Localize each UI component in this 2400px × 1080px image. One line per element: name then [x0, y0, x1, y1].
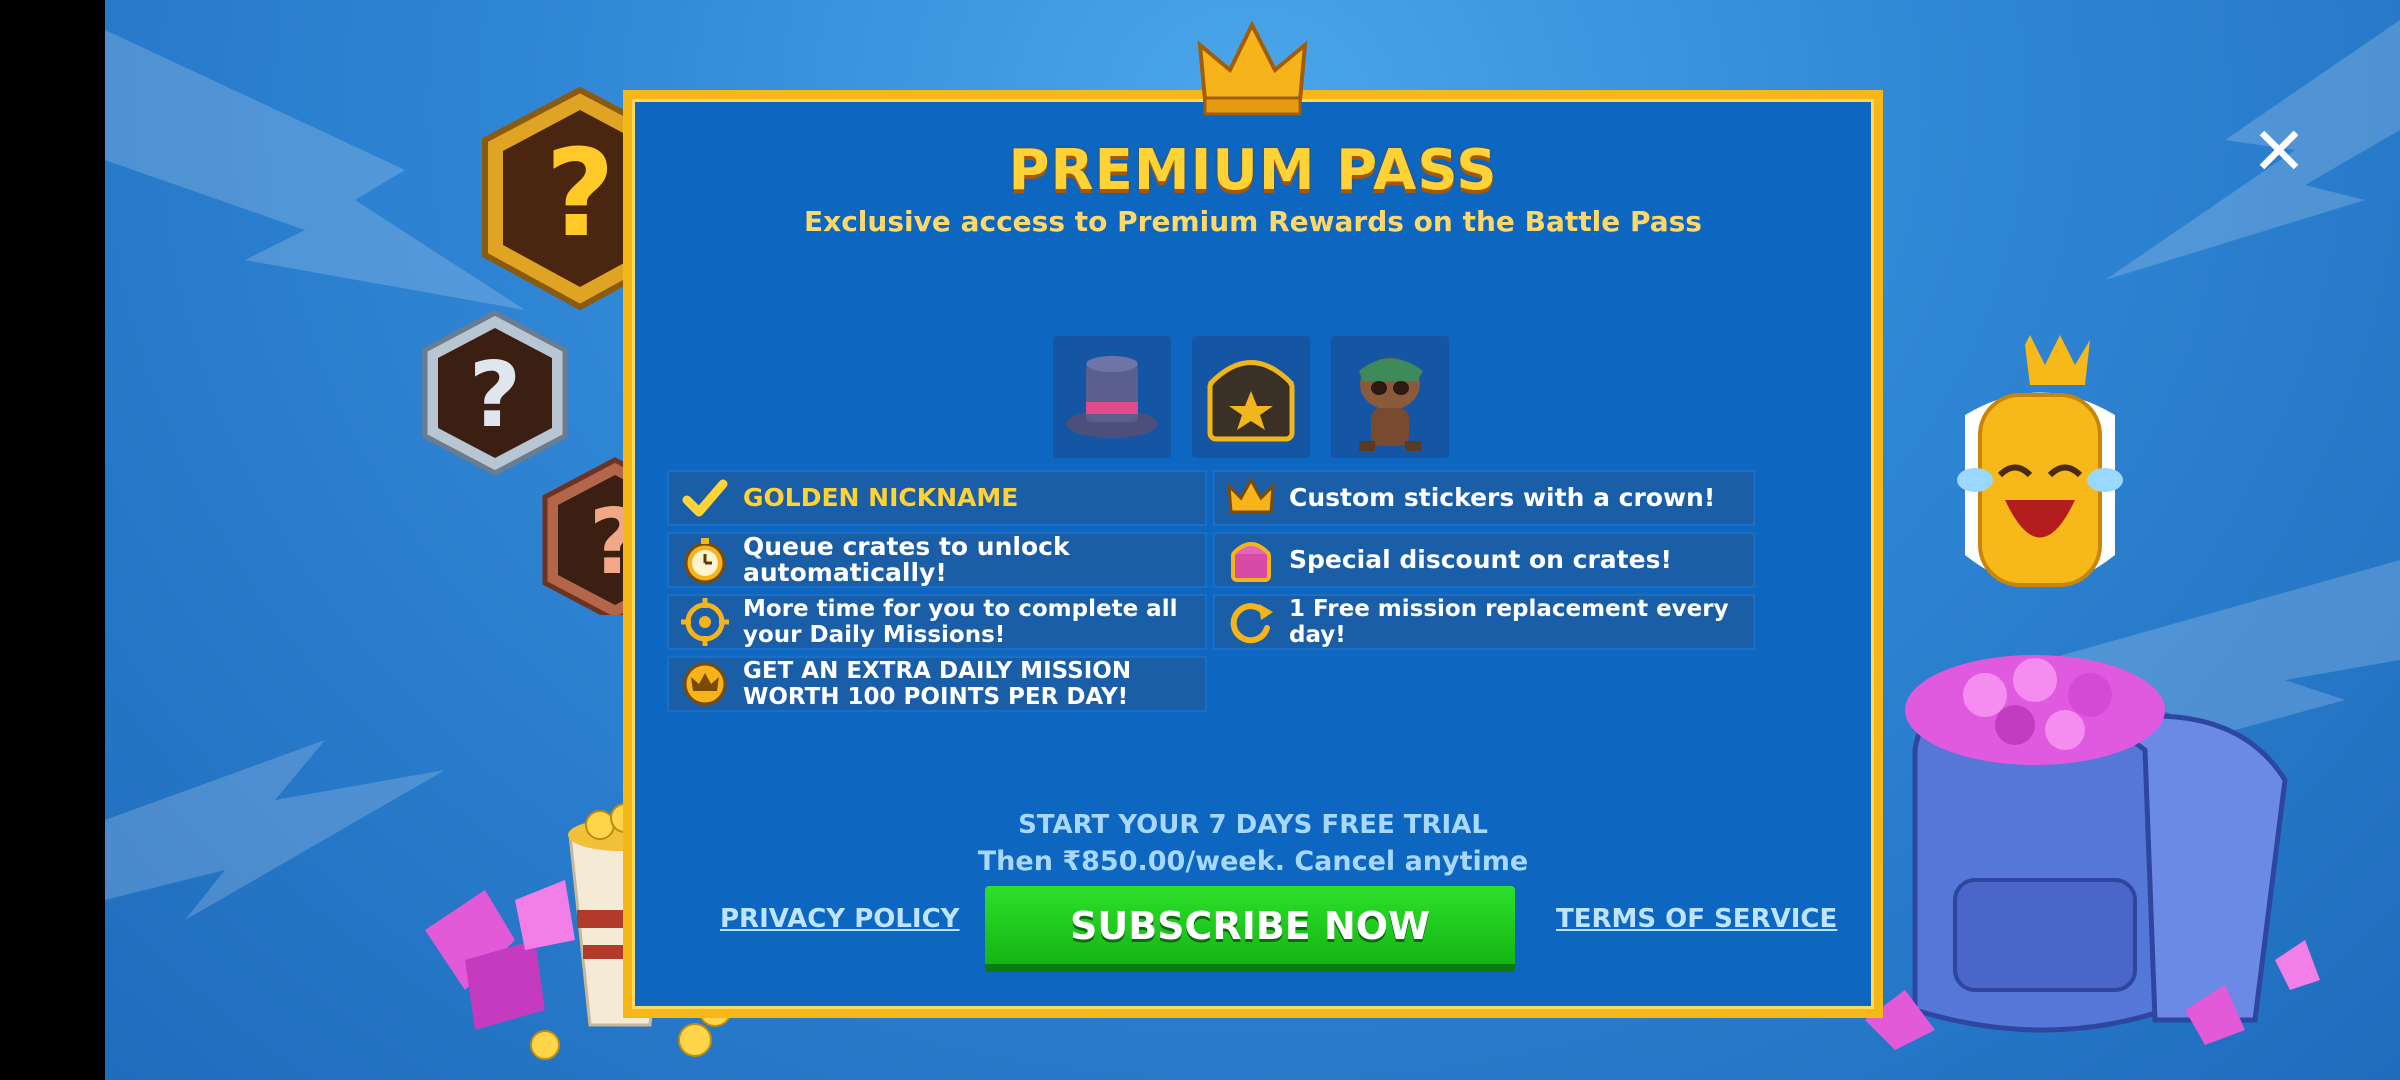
mystery-badge-silver-icon: ?: [422, 310, 568, 476]
crown-icon: [1227, 476, 1275, 514]
price-text: Then ₹850.00/week. Cancel anytime: [977, 846, 1529, 877]
target-icon: [681, 598, 729, 646]
reward-tile-chest: [1192, 336, 1310, 458]
benefit-text: GET AN EXTRA DAILY MISSION WORTH 100 POI…: [743, 658, 1132, 710]
benefit-text: Queue crates to unlock automatically!: [743, 532, 1070, 587]
crate-icon: [1231, 542, 1271, 582]
close-button[interactable]: ✕: [2245, 118, 2313, 186]
gem-backpack-decoration: [1865, 655, 2320, 1050]
raccoon-character-icon: [1359, 358, 1423, 451]
top-hat-icon: [1066, 356, 1158, 438]
benefit-queue-crates: Queue crates to unlock automatically!: [667, 532, 1207, 588]
benefit-text: Special discount on crates!: [1289, 545, 1672, 574]
refresh-icon: [1230, 603, 1273, 644]
trial-offer-text: START YOUR 7 DAYS FREE TRIAL: [1018, 810, 1488, 840]
crown-badge-icon: [683, 662, 727, 706]
benefit-custom-stickers: Custom stickers with a crown!: [1213, 470, 1755, 526]
page-subtitle: Exclusive access to Premium Rewards on t…: [804, 205, 1702, 238]
benefit-crate-discount: Special discount on crates!: [1213, 532, 1755, 588]
benefit-text: Custom stickers with a crown!: [1289, 483, 1716, 512]
svg-text:?: ?: [469, 343, 521, 448]
terms-of-service-link[interactable]: TERMS OF SERVICE: [1556, 904, 1837, 934]
benefit-mission-replacement: 1 Free mission replacement every day!: [1213, 594, 1755, 650]
reward-tile-character: [1331, 336, 1449, 458]
benefit-text: 1 Free mission replacement every day!: [1289, 596, 1729, 648]
svg-text:?: ?: [545, 125, 615, 264]
star-chest-icon: [1207, 360, 1295, 442]
benefit-text: More time for you to complete all your D…: [743, 596, 1178, 648]
checkmark-icon: [682, 479, 728, 517]
benefit-golden-nickname: GOLDEN NICKNAME: [667, 470, 1207, 526]
subscribe-button[interactable]: SUBSCRIBE NOW: [985, 886, 1515, 972]
benefit-more-time: More time for you to complete all your D…: [667, 594, 1207, 650]
benefit-extra-mission: GET AN EXTRA DAILY MISSION WORTH 100 POI…: [667, 656, 1207, 712]
crown-icon: [1197, 20, 1308, 116]
page-title: PREMIUM PASS: [1008, 138, 1498, 203]
benefit-text: GOLDEN NICKNAME: [743, 483, 1019, 512]
laughing-character-icon: [1957, 335, 2123, 587]
reward-tile-hat: [1053, 336, 1171, 458]
privacy-policy-link[interactable]: PRIVACY POLICY: [720, 904, 960, 934]
stopwatch-icon: [684, 538, 726, 584]
